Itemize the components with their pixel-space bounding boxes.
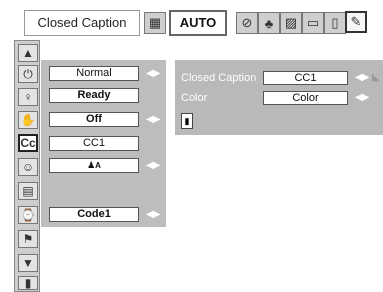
setting-caption-symbol[interactable]: ♟A [49, 158, 139, 173]
left-right-arrow-icon[interactable]: ◀▶ [355, 70, 369, 85]
pointer-icon: ◣ [372, 72, 380, 83]
display-icon[interactable]: ▤ [18, 182, 38, 200]
flag-icon[interactable]: ⚑ [18, 230, 38, 248]
bulb-icon[interactable]: ♀ [18, 88, 38, 106]
exit-door-icon[interactable]: ▮ [181, 113, 193, 129]
setting-cc1[interactable]: CC1 [49, 136, 139, 151]
color-label: Color [181, 92, 208, 104]
left-right-arrow-icon[interactable]: ◀▶ [146, 112, 160, 127]
setting-icon[interactable]: ♣ [258, 12, 280, 34]
screen-icon[interactable]: ▨ [280, 12, 302, 34]
left-right-arrow-icon[interactable]: ◀▶ [146, 66, 160, 81]
person-icon: ♟ [87, 160, 96, 170]
down-arrow-icon[interactable]: ▼ [18, 254, 38, 272]
up-arrow-icon[interactable]: ▲ [18, 44, 38, 62]
image-icon[interactable]: ▭ [302, 12, 324, 34]
picture-icon[interactable]: ▦ [144, 12, 166, 34]
clock-icon[interactable]: ⌚ [18, 206, 38, 224]
caption-symbol-label: A [95, 161, 101, 170]
left-right-arrow-icon[interactable]: ◀▶ [355, 90, 369, 105]
color-adjust-icon[interactable]: ⊘ [236, 12, 258, 34]
setting-code1[interactable]: Code1 [49, 207, 139, 222]
door-icon[interactable]: ▯ [324, 12, 346, 34]
closed-caption-label: Closed Caption [181, 72, 257, 84]
mode-value[interactable]: AUTO [169, 10, 227, 36]
hand-icon[interactable]: ✋ [18, 111, 38, 129]
face-icon[interactable]: ☺ [18, 158, 38, 176]
power-icon[interactable]: ⏻ [18, 65, 38, 83]
color-value[interactable]: Color [263, 91, 348, 105]
left-right-arrow-icon[interactable]: ◀▶ [146, 207, 160, 222]
pen-icon[interactable]: ✎ [345, 11, 367, 33]
setting-ready[interactable]: Ready [49, 88, 139, 103]
closed-caption-icon[interactable]: Cc [18, 134, 38, 152]
menu-title: Closed Caption [24, 10, 140, 36]
left-right-arrow-icon[interactable]: ◀▶ [146, 158, 160, 173]
closed-caption-value[interactable]: CC1 [263, 71, 348, 85]
setting-normal[interactable]: Normal [49, 66, 139, 81]
exit-icon[interactable]: ▮ [18, 276, 38, 290]
setting-off[interactable]: Off [49, 112, 139, 127]
